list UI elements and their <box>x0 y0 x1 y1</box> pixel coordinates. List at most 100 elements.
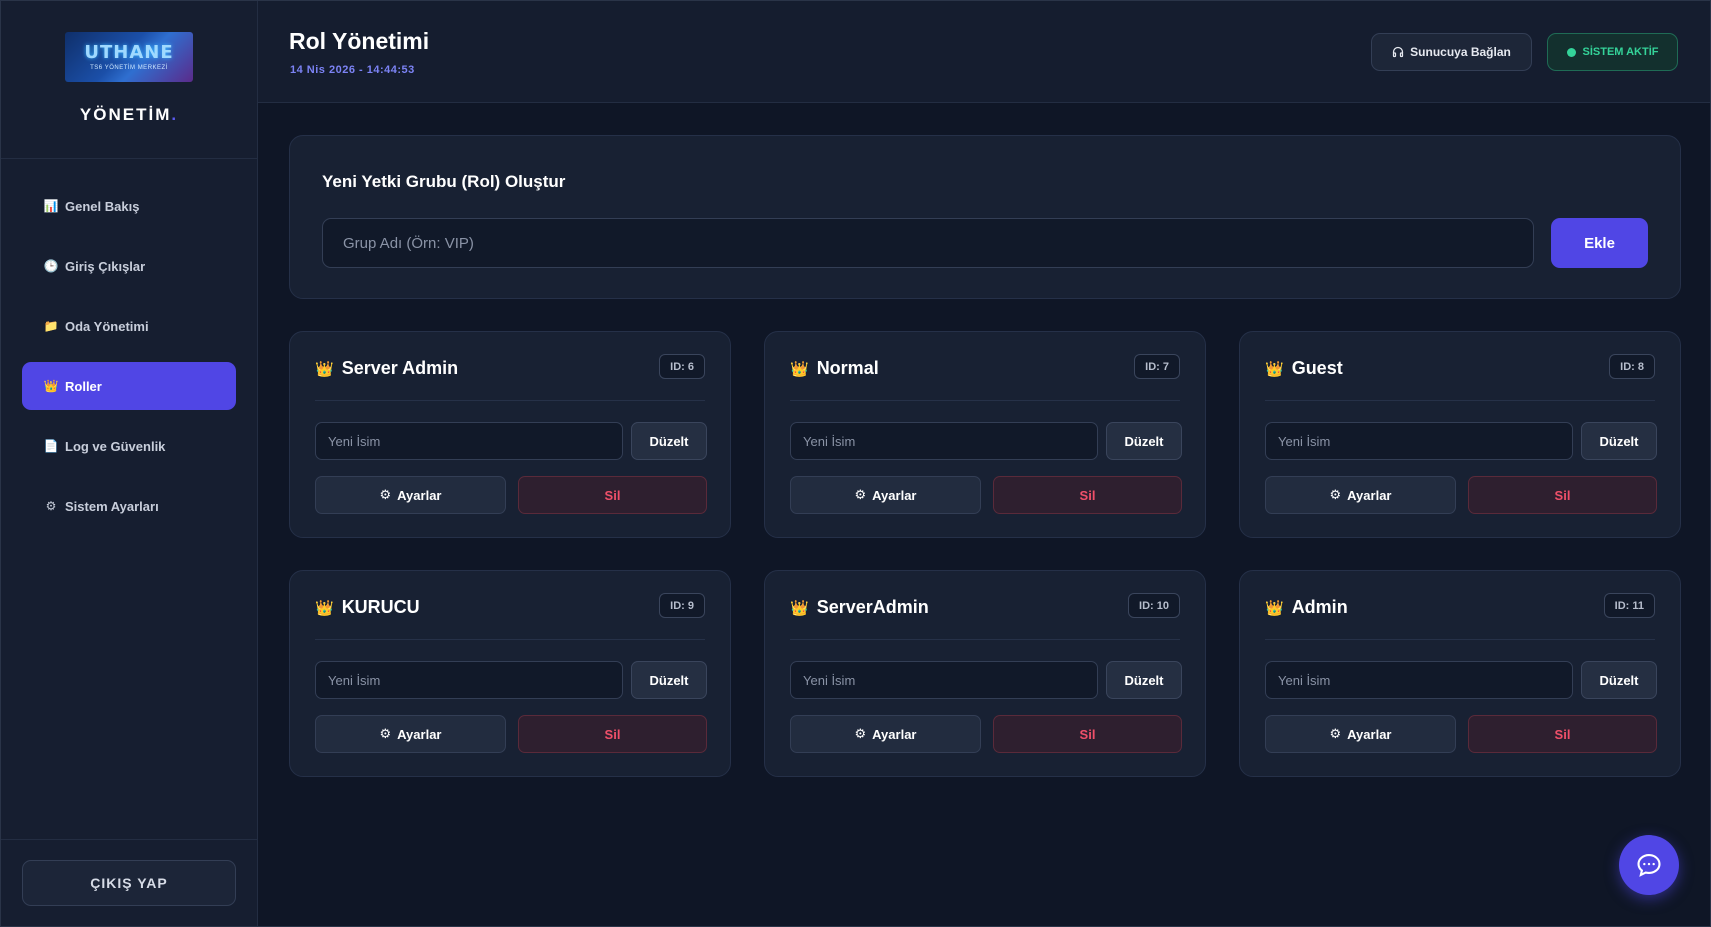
sidebar-item-oda-yonetimi[interactable]: 📁 Oda Yönetimi <box>22 302 236 350</box>
system-status-badge: SİSTEM AKTİF <box>1547 33 1678 71</box>
chat-button[interactable] <box>1619 835 1679 895</box>
rename-button[interactable]: Düzelt <box>1581 422 1657 460</box>
role-card-header: 👑 Admin ID: 11 <box>1265 593 1655 640</box>
sidebar-item-label: Oda Yönetimi <box>65 318 149 334</box>
page-title: Rol Yönetimi <box>289 28 430 54</box>
brand-title: YÖNETİM. <box>1 105 257 125</box>
document-icon: 📄 <box>43 439 59 453</box>
role-card: 👑 Server Admin ID: 6 Düzelt ⚙ Ayarlar Si… <box>289 331 731 538</box>
chat-bubble-icon <box>1637 854 1661 877</box>
sidebar-item-label: Genel Bakış <box>65 198 140 214</box>
rename-input[interactable] <box>315 422 623 460</box>
sidebar-item-roller[interactable]: 👑 Roller <box>22 362 236 410</box>
role-name: Normal <box>816 358 879 378</box>
rename-button[interactable]: Düzelt <box>1106 661 1182 699</box>
role-settings-label: Ayarlar <box>872 726 917 742</box>
rename-input[interactable] <box>790 661 1098 699</box>
role-card-header: 👑 Server Admin ID: 6 <box>315 354 705 401</box>
delete-role-button[interactable]: Sil <box>1468 476 1657 514</box>
sidebar-item-genel-bakis[interactable]: 📊 Genel Bakış <box>22 182 236 230</box>
role-name: Admin <box>1291 597 1348 617</box>
clock-icon: 🕒 <box>43 259 59 273</box>
role-grid: 👑 Server Admin ID: 6 Düzelt ⚙ Ayarlar Si… <box>289 331 1681 777</box>
rename-button[interactable]: Düzelt <box>1581 661 1657 699</box>
role-name: Guest <box>1291 358 1343 378</box>
headphones-icon <box>1393 46 1404 58</box>
role-card-header: 👑 Guest ID: 8 <box>1265 354 1655 401</box>
app-window: UTHANE TS6 YÖNETİM MERKEZİ YÖNETİM. 📊 Ge… <box>0 0 1711 927</box>
delete-role-button[interactable]: Sil <box>993 715 1182 753</box>
role-id-badge: ID: 8 <box>1609 354 1655 379</box>
rename-input[interactable] <box>790 422 1098 460</box>
role-title: 👑 Guest <box>1265 358 1343 379</box>
role-id-badge: ID: 10 <box>1128 593 1180 618</box>
role-settings-label: Ayarlar <box>1347 487 1392 503</box>
sidebar-item-sistem-ayarlari[interactable]: ⚙ Sistem Ayarları <box>22 482 236 530</box>
role-card: 👑 Admin ID: 11 Düzelt ⚙ Ayarlar Sil <box>1239 570 1681 777</box>
crown-icon: 👑 <box>1265 599 1284 617</box>
sidebar-nav: 📊 Genel Bakış 🕒 Giriş Çıkışlar 📁 Oda Yön… <box>1 159 257 530</box>
group-name-input[interactable] <box>322 218 1534 268</box>
delete-role-button[interactable]: Sil <box>518 715 707 753</box>
role-id-badge: ID: 9 <box>659 593 705 618</box>
role-id-badge: ID: 6 <box>659 354 705 379</box>
create-role-card: Yeni Yetki Grubu (Rol) Oluştur Ekle <box>289 135 1681 299</box>
gear-icon: ⚙ <box>854 487 867 502</box>
logo-subtitle: TS6 YÖNETİM MERKEZİ <box>90 65 168 71</box>
role-name: Server Admin <box>341 358 459 378</box>
logout-button[interactable]: ÇIKIŞ YAP <box>22 860 236 906</box>
top-header: Rol Yönetimi 14 Nis 2026 - 14:44:53 Sunu… <box>258 1 1710 103</box>
role-name: KURUCU <box>341 597 420 617</box>
sidebar-item-label: Sistem Ayarları <box>65 498 159 514</box>
sidebar-item-giris-cikislar[interactable]: 🕒 Giriş Çıkışlar <box>22 242 236 290</box>
gear-icon: ⚙ <box>379 487 392 502</box>
rename-input[interactable] <box>1265 661 1573 699</box>
role-settings-label: Ayarlar <box>397 487 442 503</box>
crown-icon: 👑 <box>790 599 809 617</box>
crown-icon: 👑 <box>1265 360 1284 378</box>
rename-input[interactable] <box>315 661 623 699</box>
delete-role-button[interactable]: Sil <box>1468 715 1657 753</box>
logo-text: UTHANE <box>84 42 174 63</box>
role-settings-button[interactable]: ⚙ Ayarlar <box>315 715 506 753</box>
gear-icon: ⚙ <box>1329 726 1342 741</box>
role-settings-button[interactable]: ⚙ Ayarlar <box>1265 476 1456 514</box>
folder-icon: 📁 <box>43 319 59 333</box>
role-card: 👑 Normal ID: 7 Düzelt ⚙ Ayarlar Sil <box>764 331 1206 538</box>
sidebar-item-label: Roller <box>65 378 102 394</box>
role-card: 👑 Guest ID: 8 Düzelt ⚙ Ayarlar Sil <box>1239 331 1681 538</box>
rename-button[interactable]: Düzelt <box>631 661 707 699</box>
role-settings-button[interactable]: ⚙ Ayarlar <box>1265 715 1456 753</box>
role-settings-button[interactable]: ⚙ Ayarlar <box>790 476 981 514</box>
brand: UTHANE TS6 YÖNETİM MERKEZİ YÖNETİM. <box>1 1 257 159</box>
connect-server-button[interactable]: Sunucuya Bağlan <box>1371 33 1532 71</box>
connect-server-label: Sunucuya Bağlan <box>1410 45 1511 59</box>
role-settings-label: Ayarlar <box>397 726 442 742</box>
system-status-label: SİSTEM AKTİF <box>1582 46 1659 58</box>
role-card-header: 👑 ServerAdmin ID: 10 <box>790 593 1180 640</box>
main-content: Yeni Yetki Grubu (Rol) Oluştur Ekle 👑 Se… <box>258 103 1710 926</box>
role-title: 👑 Admin <box>1265 597 1348 618</box>
add-role-button[interactable]: Ekle <box>1551 218 1648 268</box>
delete-role-button[interactable]: Sil <box>518 476 707 514</box>
rename-input[interactable] <box>1265 422 1573 460</box>
role-name: ServerAdmin <box>816 597 929 617</box>
crown-icon: 👑 <box>43 379 59 393</box>
rename-button[interactable]: Düzelt <box>1106 422 1182 460</box>
sidebar-item-log-ve-guvenlik[interactable]: 📄 Log ve Güvenlik <box>22 422 236 470</box>
crown-icon: 👑 <box>790 360 809 378</box>
role-settings-button[interactable]: ⚙ Ayarlar <box>790 715 981 753</box>
chart-icon: 📊 <box>43 199 59 213</box>
sidebar-footer: ÇIKIŞ YAP <box>1 839 257 926</box>
delete-role-button[interactable]: Sil <box>993 476 1182 514</box>
sidebar: UTHANE TS6 YÖNETİM MERKEZİ YÖNETİM. 📊 Ge… <box>1 1 258 926</box>
role-title: 👑 KURUCU <box>315 597 420 618</box>
role-settings-button[interactable]: ⚙ Ayarlar <box>315 476 506 514</box>
role-settings-label: Ayarlar <box>872 487 917 503</box>
gear-icon: ⚙ <box>45 499 57 513</box>
role-title: 👑 Server Admin <box>315 358 458 379</box>
gear-icon: ⚙ <box>854 726 867 741</box>
sidebar-item-label: Log ve Güvenlik <box>65 438 166 454</box>
rename-button[interactable]: Düzelt <box>631 422 707 460</box>
logo: UTHANE TS6 YÖNETİM MERKEZİ <box>65 32 193 82</box>
